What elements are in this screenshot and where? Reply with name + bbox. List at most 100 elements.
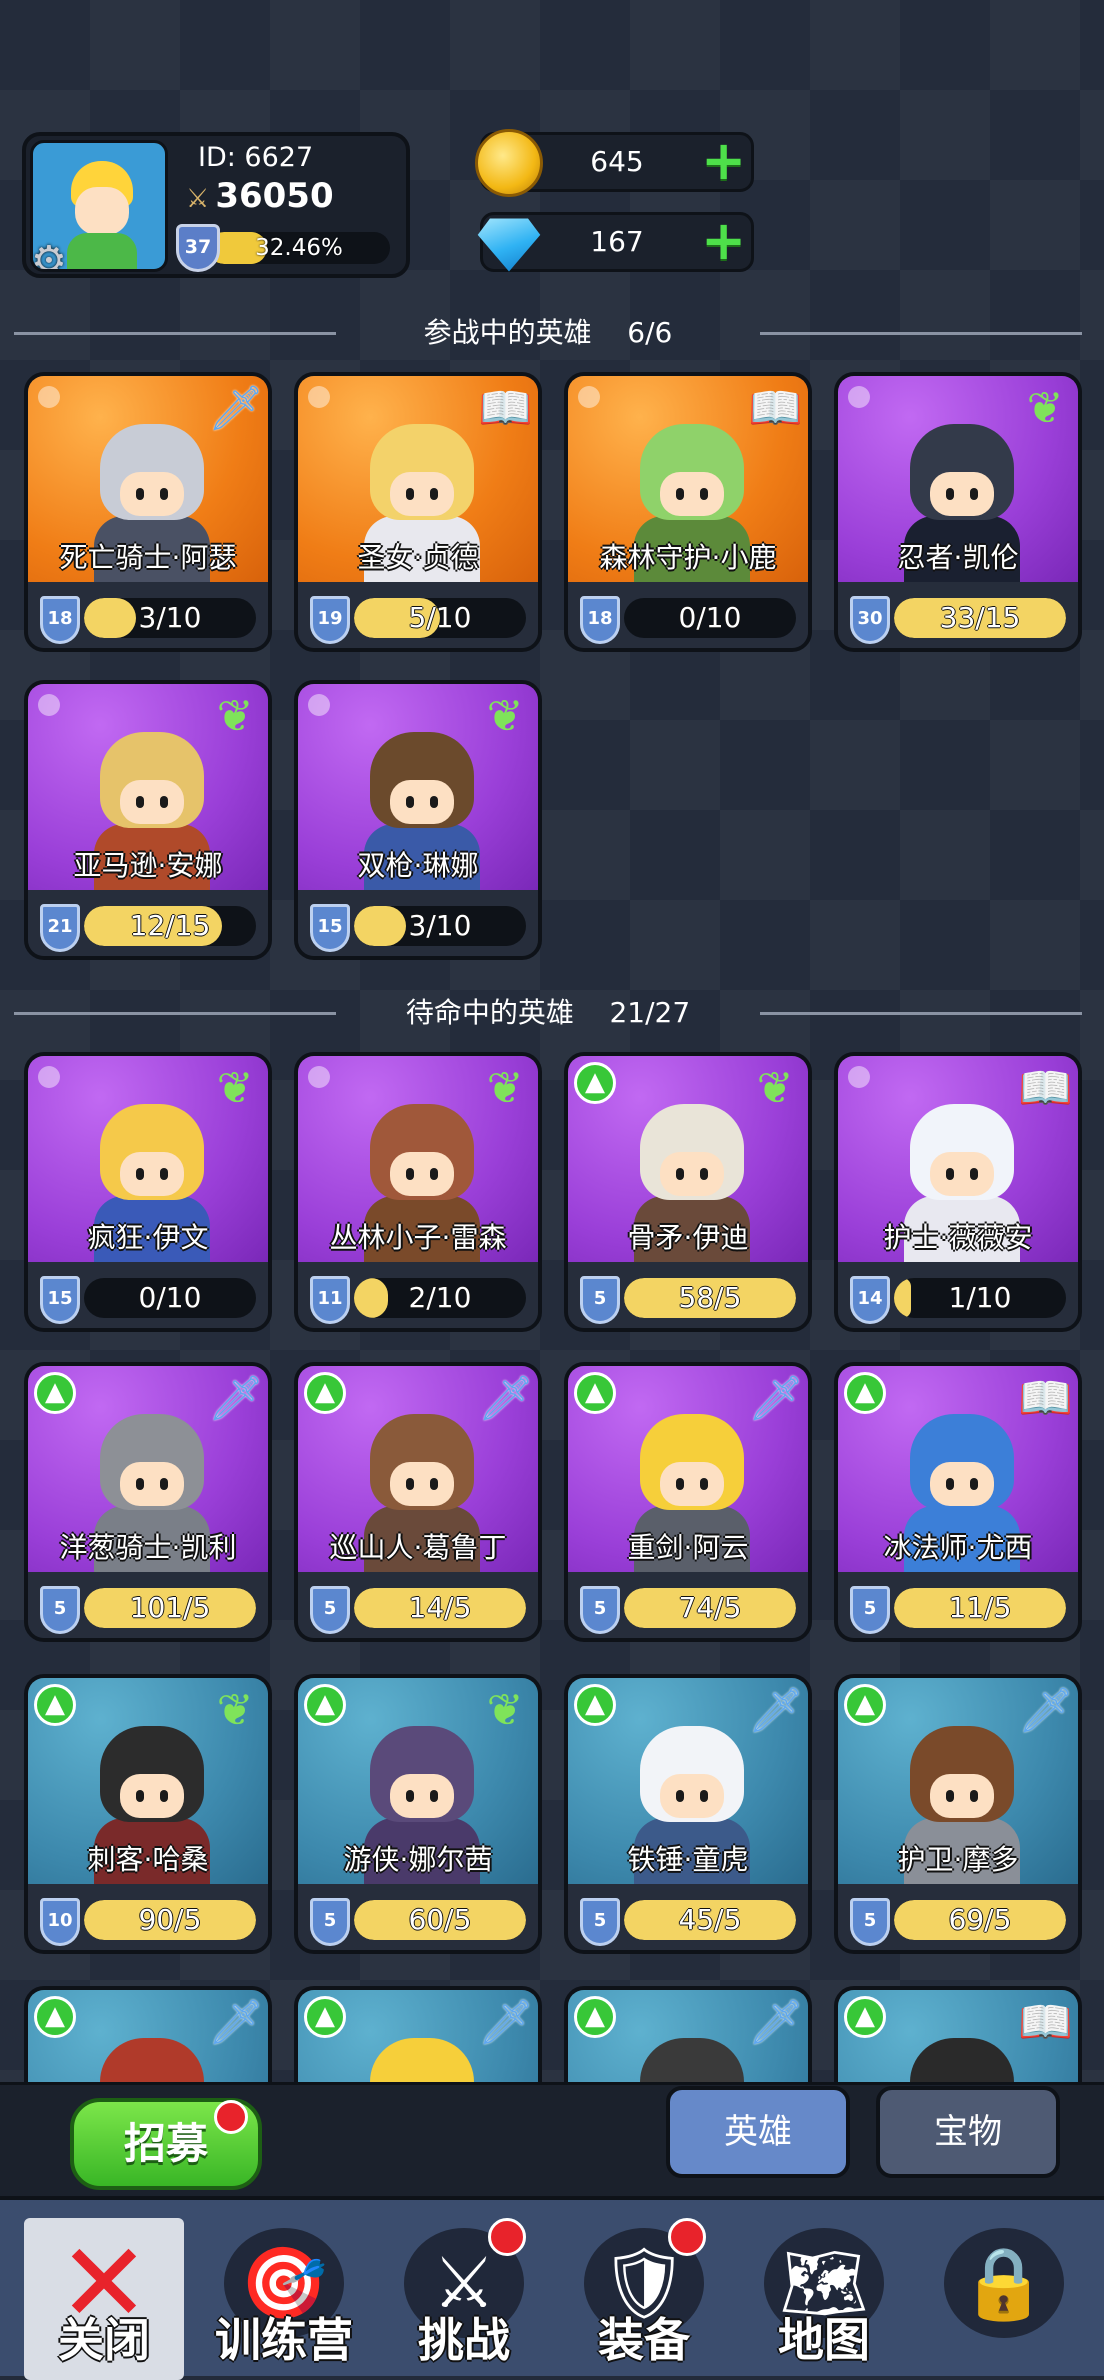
nav-item-shield-sword[interactable]: ⚔ 挑战: [384, 2218, 544, 2380]
wing-icon: ❦: [216, 1685, 254, 1736]
hero-name: 亚马逊·安娜: [73, 849, 223, 882]
notification-dot: [488, 2218, 526, 2256]
hero-level-badge: 30: [850, 596, 890, 644]
sword-icon: 🗡: [478, 1997, 534, 2048]
hero-card[interactable]: 🗡 死亡骑士·阿瑟 3/10 18: [24, 372, 272, 652]
shard-progress-bar: 12/15: [84, 906, 256, 946]
nav-item-map[interactable]: 🗺 地图: [744, 2218, 904, 2380]
hero-name: 疯狂·伊文: [87, 1221, 209, 1254]
hero-card[interactable]: ❦ ▲ 骨矛·伊迪 58/5 5: [564, 1052, 812, 1332]
wing-icon: ❦: [1026, 383, 1064, 434]
sword-icon: 🗡: [208, 1997, 264, 2048]
nav-item-target[interactable]: 🎯 训练营: [204, 2218, 364, 2380]
shard-progress-bar: 3/10: [354, 906, 526, 946]
nav-label: 地图: [778, 2313, 870, 2367]
book-icon: 📖: [1018, 1997, 1073, 2048]
hero-name: 死亡骑士·阿瑟: [59, 541, 237, 574]
hero-card[interactable]: ❦ ▲ 刺客·哈桑 90/5 10: [24, 1674, 272, 1954]
exp-bar: 32.46%: [208, 232, 390, 264]
hero-name: 游侠·娜尔茜: [343, 1843, 493, 1876]
hero-card[interactable]: 🗡 ▲ 巡山人·葛鲁丁 14/5 5: [294, 1362, 542, 1642]
shard-progress-bar: 33/15: [894, 598, 1066, 638]
hero-card[interactable]: 🗡 ▲ 铁锤·童虎 45/5 5: [564, 1674, 812, 1954]
player-profile-panel[interactable]: ⚙ ID: 6627 ⚔ 36050 32.46% 37: [22, 132, 410, 278]
wing-icon: ❦: [486, 691, 524, 742]
gold-counter: 645 +: [475, 129, 754, 197]
player-avatar[interactable]: ⚙: [30, 140, 168, 272]
hero-name: 骨矛·伊迪: [627, 1221, 749, 1254]
hero-card[interactable]: ❦ 双枪·琳娜 3/10 15: [294, 680, 542, 960]
hero-level-badge: 21: [40, 904, 80, 952]
wing-icon: ❦: [756, 1063, 794, 1114]
upgrade-arrow-icon: ▲: [574, 1372, 616, 1414]
diamond-icon: [477, 218, 541, 272]
upgrade-arrow-icon: ▲: [304, 1996, 346, 2038]
nav-item-lock[interactable]: 🔒: [924, 2218, 1084, 2380]
sword-icon: 🗡: [1018, 1685, 1074, 1736]
active-heroes-header: 参战中的英雄 6/6: [14, 313, 1082, 353]
player-id: ID: 6627: [198, 142, 314, 173]
combat-power: ⚔ 36050: [186, 176, 334, 216]
upgrade-arrow-icon: ▲: [34, 1996, 76, 2038]
coin-icon: [475, 129, 543, 197]
hero-name: 护士·薇薇安: [883, 1221, 1033, 1254]
upgrade-arrow-icon: ▲: [574, 1996, 616, 2038]
tab-heroes[interactable]: 英雄: [666, 2086, 850, 2178]
nav-label: 关闭: [58, 2313, 150, 2367]
bottom-navigation: ✕ 关闭 🎯 训练营 ⚔ 挑战 🛡 装备 🗺 地图 🔒: [0, 2196, 1104, 2380]
hero-card[interactable]: 📖 圣女·贞德 5/10 19: [294, 372, 542, 652]
sword-icon: 🗡: [208, 1373, 264, 1424]
hero-card[interactable]: 🗡 ▲ 洋葱骑士·凯利 101/5 5: [24, 1362, 272, 1642]
hero-level-badge: 5: [310, 1898, 350, 1946]
hero-name: 圣女·贞德: [357, 541, 479, 574]
shard-progress-bar: 2/10: [354, 1278, 526, 1318]
hero-card[interactable]: 📖 森林守护·小鹿 0/10 18: [564, 372, 812, 652]
hero-name: 巡山人·葛鲁丁: [329, 1531, 507, 1564]
upgrade-arrow-icon: ▲: [304, 1372, 346, 1414]
shard-progress-bar: 58/5: [624, 1278, 796, 1318]
tab-treasure[interactable]: 宝物: [876, 2086, 1060, 2178]
hero-card[interactable]: 🗡 ▲ 重剑·阿云 74/5 5: [564, 1362, 812, 1642]
upgrade-arrow-icon: ▲: [844, 1996, 886, 2038]
add-gold-button[interactable]: +: [701, 134, 746, 188]
hero-name: 洋葱骑士·凯利: [59, 1531, 237, 1564]
nav-item-close[interactable]: ✕ 关闭: [24, 2218, 184, 2380]
hero-card[interactable]: ❦ 丛林小子·雷森 2/10 11: [294, 1052, 542, 1332]
hero-card[interactable]: 🗡 ▲ 护卫·摩多 69/5 5: [834, 1674, 1082, 1954]
shard-progress-bar: 45/5: [624, 1900, 796, 1940]
add-gems-button[interactable]: +: [701, 214, 746, 268]
shard-progress-bar: 0/10: [624, 598, 796, 638]
shard-progress-bar: 11/5: [894, 1588, 1066, 1628]
hero-name: 护卫·摩多: [897, 1843, 1019, 1876]
hero-level-badge: 5: [850, 1586, 890, 1634]
gem-counter: 167 +: [477, 212, 754, 272]
wing-icon: ❦: [486, 1063, 524, 1114]
upgrade-arrow-icon: ▲: [844, 1684, 886, 1726]
notification-dot: [214, 2100, 248, 2134]
hero-card[interactable]: ❦ 亚马逊·安娜 12/15 21: [24, 680, 272, 960]
hero-card[interactable]: ❦ ▲ 游侠·娜尔茜 60/5 5: [294, 1674, 542, 1954]
hero-card[interactable]: 📖 护士·薇薇安 1/10 14: [834, 1052, 1082, 1332]
hero-level-badge: 5: [310, 1586, 350, 1634]
gear-icon[interactable]: ⚙: [33, 239, 75, 269]
upgrade-arrow-icon: ▲: [844, 1372, 886, 1414]
hero-level-badge: 14: [850, 1276, 890, 1324]
book-icon: 📖: [748, 383, 803, 434]
book-icon: 📖: [1018, 1063, 1073, 1114]
hero-card[interactable]: 📖 ▲ 冰法师·尤西 11/5 5: [834, 1362, 1082, 1642]
nav-item-armor[interactable]: 🛡 装备: [564, 2218, 724, 2380]
hero-card[interactable]: ❦ 疯狂·伊文 0/10 15: [24, 1052, 272, 1332]
upgrade-arrow-icon: ▲: [574, 1062, 616, 1104]
hero-level-badge: 5: [40, 1586, 80, 1634]
book-icon: 📖: [1018, 1373, 1073, 1424]
hero-level-badge: 10: [40, 1898, 80, 1946]
sword-icon: 🗡: [478, 1373, 534, 1424]
shard-progress-bar: 0/10: [84, 1278, 256, 1318]
hero-name: 森林守护·小鹿: [599, 541, 777, 574]
shard-progress-bar: 1/10: [894, 1278, 1066, 1318]
hero-level-badge: 5: [580, 1276, 620, 1324]
hero-card[interactable]: ❦ 忍者·凯伦 33/15 30: [834, 372, 1082, 652]
nav-label: 装备: [598, 2313, 690, 2367]
recruit-button[interactable]: 招募: [70, 2098, 262, 2190]
sword-icon: 🗡: [748, 1373, 804, 1424]
